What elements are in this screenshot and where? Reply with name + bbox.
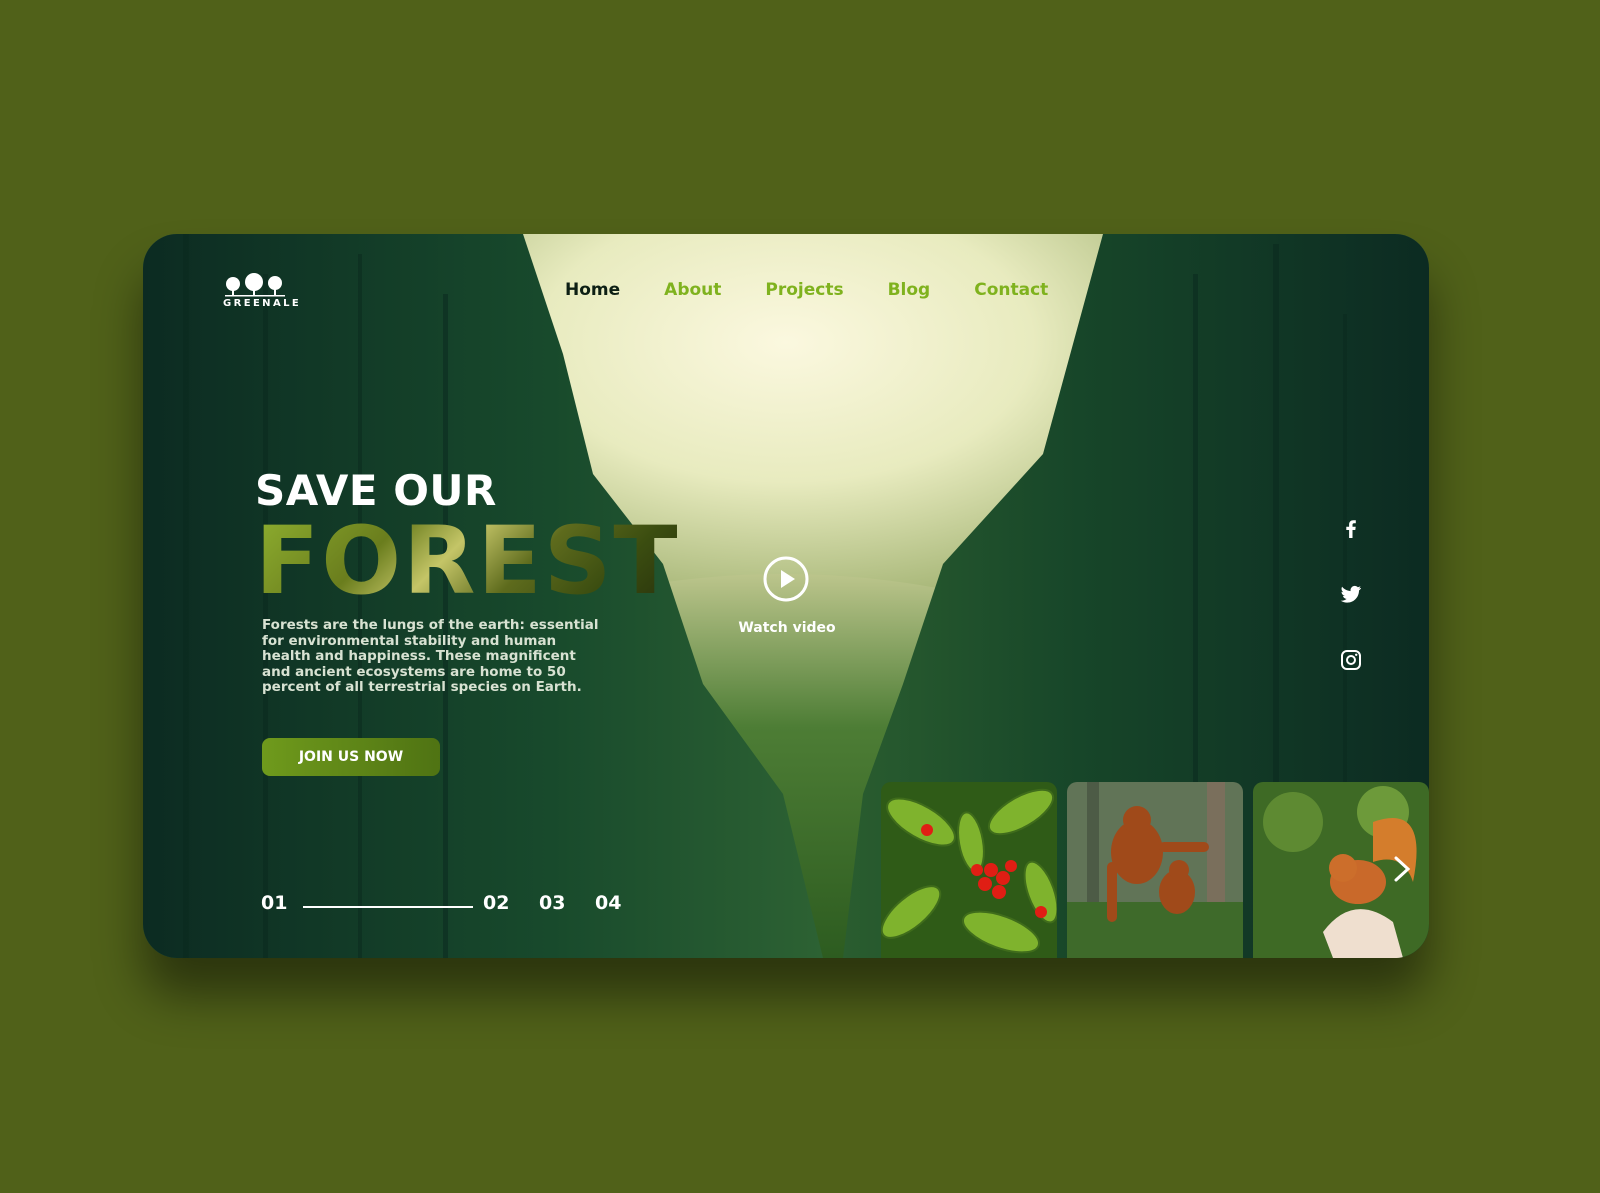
twitter-icon[interactable]: [1339, 582, 1363, 606]
pager-item-01[interactable]: 01: [261, 892, 287, 914]
nav-home[interactable]: Home: [565, 280, 620, 300]
join-us-button[interactable]: JOIN US NOW: [262, 738, 440, 776]
pager-item-04[interactable]: 04: [595, 892, 621, 914]
play-icon[interactable]: [763, 556, 809, 602]
chevron-right-icon[interactable]: [1391, 856, 1413, 882]
brand-name: GREENALE: [223, 298, 302, 309]
orangutans-image[interactable]: [1067, 782, 1243, 958]
nav-blog[interactable]: Blog: [888, 280, 931, 300]
hero-card: GREENALE Home About Projects Blog Contac…: [143, 234, 1429, 958]
pager-item-03[interactable]: 03: [539, 892, 565, 914]
pager-progress-line: [303, 906, 473, 908]
nav-contact[interactable]: Contact: [974, 280, 1048, 300]
hero-description: Forests are the lungs of the earth: esse…: [262, 617, 599, 695]
main-nav: Home About Projects Blog Contact: [565, 280, 1092, 300]
facebook-icon[interactable]: [1339, 516, 1363, 540]
nav-about[interactable]: About: [664, 280, 721, 300]
hero-title-main: FOREST: [255, 507, 680, 616]
instagram-icon[interactable]: [1339, 648, 1363, 672]
berries-plant-image[interactable]: [881, 782, 1057, 958]
watch-video-label[interactable]: Watch video: [728, 620, 846, 636]
nav-projects[interactable]: Projects: [765, 280, 843, 300]
pager-item-02[interactable]: 02: [483, 892, 509, 914]
